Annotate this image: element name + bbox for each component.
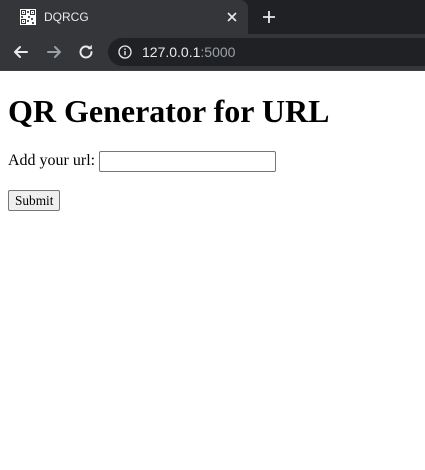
url-port: :5000 — [200, 44, 236, 60]
arrow-right-icon[interactable] — [44, 42, 64, 62]
submit-button[interactable]: Submit — [8, 190, 61, 211]
browser-toolbar: 127.0.0.1:5000 — [0, 34, 425, 70]
address-url: 127.0.0.1:5000 — [142, 44, 235, 60]
qr-code-icon — [20, 9, 36, 25]
browser-tab[interactable]: DQRCG — [0, 0, 248, 34]
tab-title: DQRCG — [44, 10, 89, 24]
url-label: Add your url: — [8, 152, 96, 169]
url-host: 127.0.0.1 — [142, 44, 201, 60]
page-content: QR Generator for URL Add your url: Submi… — [0, 71, 425, 470]
info-icon[interactable] — [118, 45, 132, 59]
plus-icon[interactable] — [261, 9, 277, 25]
reload-icon[interactable] — [76, 42, 96, 62]
address-bar[interactable]: 127.0.0.1:5000 — [108, 38, 425, 66]
close-icon[interactable] — [224, 9, 240, 25]
arrow-left-icon[interactable] — [11, 42, 31, 62]
page-title: QR Generator for URL — [8, 93, 330, 129]
url-input[interactable] — [99, 151, 276, 172]
tab-strip: DQRCG — [0, 0, 425, 34]
